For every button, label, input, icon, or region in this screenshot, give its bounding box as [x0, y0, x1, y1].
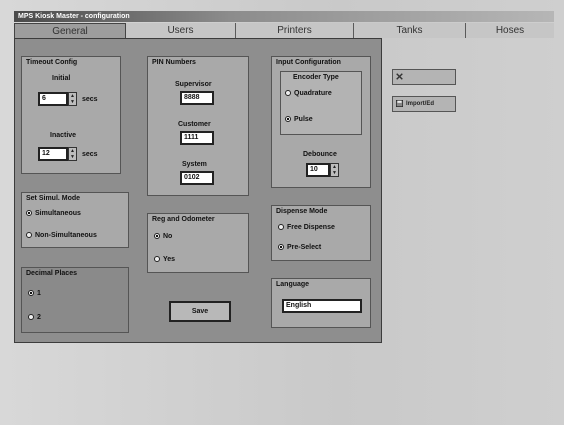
initial-label: Initial [52, 75, 71, 82]
pin-numbers-group: PIN Numbers Supervisor 8888 Customer 111… [147, 56, 249, 196]
radio-on-icon [285, 116, 291, 122]
radio-on-icon [154, 233, 160, 239]
window-title: MPS Kiosk Master - configuration [14, 11, 554, 22]
debounce-input[interactable]: 10 [306, 163, 330, 177]
reg-no-radio[interactable]: No [154, 233, 172, 240]
initial-timeout-input[interactable]: 6 [38, 92, 68, 106]
dispense-mode-title: Dispense Mode [276, 208, 328, 215]
debounce-spin[interactable]: ▲ ▼ [330, 163, 339, 177]
pin-numbers-title: PIN Numbers [152, 59, 196, 66]
pre-select-radio[interactable]: Pre-Select [278, 244, 321, 251]
reg-odometer-group: Reg and Odometer No Yes [147, 213, 249, 273]
general-panel: Timeout Config Initial 6 ▲ ▼ secs Inactiv… [14, 38, 382, 343]
reg-yes-label: Yes [163, 256, 176, 263]
tab-hoses[interactable]: Hoses [466, 23, 554, 38]
radio-on-icon [28, 290, 34, 296]
simul-mode-title: Set Simul. Mode [26, 195, 81, 202]
free-dispense-radio[interactable]: Free Dispense [278, 224, 335, 231]
reg-odometer-title: Reg and Odometer [152, 216, 215, 223]
supervisor-label: Supervisor [175, 81, 212, 88]
initial-unit: secs [82, 96, 98, 103]
pulse-label: Pulse [294, 116, 313, 123]
radio-off-icon [26, 232, 32, 238]
close-button[interactable] [392, 69, 456, 85]
inactive-spin[interactable]: ▲ ▼ [68, 147, 77, 161]
decimal-1-label: 1 [37, 290, 41, 297]
tab-tanks[interactable]: Tanks [354, 23, 466, 38]
radio-on-icon [278, 244, 284, 250]
system-pin-input[interactable]: 0102 [180, 171, 214, 185]
reg-yes-radio[interactable]: Yes [154, 256, 175, 263]
reg-no-label: No [163, 233, 173, 240]
simultaneous-label: Simultaneous [35, 210, 81, 217]
timeout-config-group: Timeout Config Initial 6 ▲ ▼ secs Inactiv… [21, 56, 121, 174]
free-dispense-label: Free Dispense [287, 224, 335, 231]
tab-printers[interactable]: Printers [236, 23, 354, 38]
spin-down-icon[interactable]: ▼ [69, 99, 76, 105]
language-group: Language English [271, 278, 371, 328]
customer-label: Customer [178, 121, 211, 128]
save-disk-icon [396, 100, 403, 107]
language-input[interactable]: English [282, 299, 362, 313]
customer-pin-input[interactable]: 1111 [180, 131, 214, 145]
input-config-title: Input Configuration [276, 59, 341, 66]
system-label: System [182, 161, 207, 168]
radio-off-icon [278, 224, 284, 230]
decimal-2-radio[interactable]: 2 [28, 314, 41, 321]
non-simultaneous-label: Non-Simultaneous [35, 232, 97, 239]
decimal-2-label: 2 [37, 314, 41, 321]
decimal-1-radio[interactable]: 1 [28, 290, 41, 297]
close-icon [396, 73, 403, 80]
inactive-label: Inactive [50, 132, 77, 139]
radio-off-icon [154, 256, 160, 262]
spin-down-icon[interactable]: ▼ [331, 170, 338, 176]
quadrature-radio[interactable]: Quadrature [285, 90, 332, 97]
input-config-group: Input Configuration Encoder Type Quadrat… [271, 56, 371, 188]
radio-off-icon [28, 314, 34, 320]
encoder-type-title: Encoder Type [293, 74, 339, 81]
radio-on-icon [26, 210, 32, 216]
tab-general[interactable]: General [14, 23, 126, 38]
simultaneous-radio[interactable]: Simultaneous [26, 210, 81, 217]
radio-off-icon [285, 90, 291, 96]
pre-select-label: Pre-Select [287, 244, 322, 251]
inactive-timeout-input[interactable]: 12 [38, 147, 68, 161]
save-button[interactable]: Save [169, 301, 231, 322]
quadrature-label: Quadrature [294, 90, 332, 97]
import-button[interactable]: Import/Ed [392, 96, 456, 112]
timeout-config-title: Timeout Config [26, 59, 78, 66]
decimal-places-group: Decimal Places 1 2 [21, 267, 129, 333]
tab-users[interactable]: Users [126, 23, 236, 38]
pulse-radio[interactable]: Pulse [285, 116, 313, 123]
tab-strip: General Users Printers Tanks Hoses [14, 23, 554, 38]
inactive-unit: secs [82, 151, 98, 158]
debounce-label: Debounce [303, 151, 337, 158]
dispense-mode-group: Dispense Mode Free Dispense Pre-Select [271, 205, 371, 261]
initial-spin[interactable]: ▲ ▼ [68, 92, 77, 106]
simul-mode-group: Set Simul. Mode Simultaneous Non-Simulta… [21, 192, 129, 248]
import-button-label: Import/Ed [406, 101, 434, 107]
language-title: Language [276, 281, 310, 288]
encoder-type-group: Encoder Type Quadrature Pulse [280, 71, 362, 135]
spin-down-icon[interactable]: ▼ [69, 154, 76, 160]
non-simultaneous-radio[interactable]: Non-Simultaneous [26, 232, 97, 239]
supervisor-pin-input[interactable]: 8888 [180, 91, 214, 105]
decimal-places-title: Decimal Places [26, 270, 77, 277]
